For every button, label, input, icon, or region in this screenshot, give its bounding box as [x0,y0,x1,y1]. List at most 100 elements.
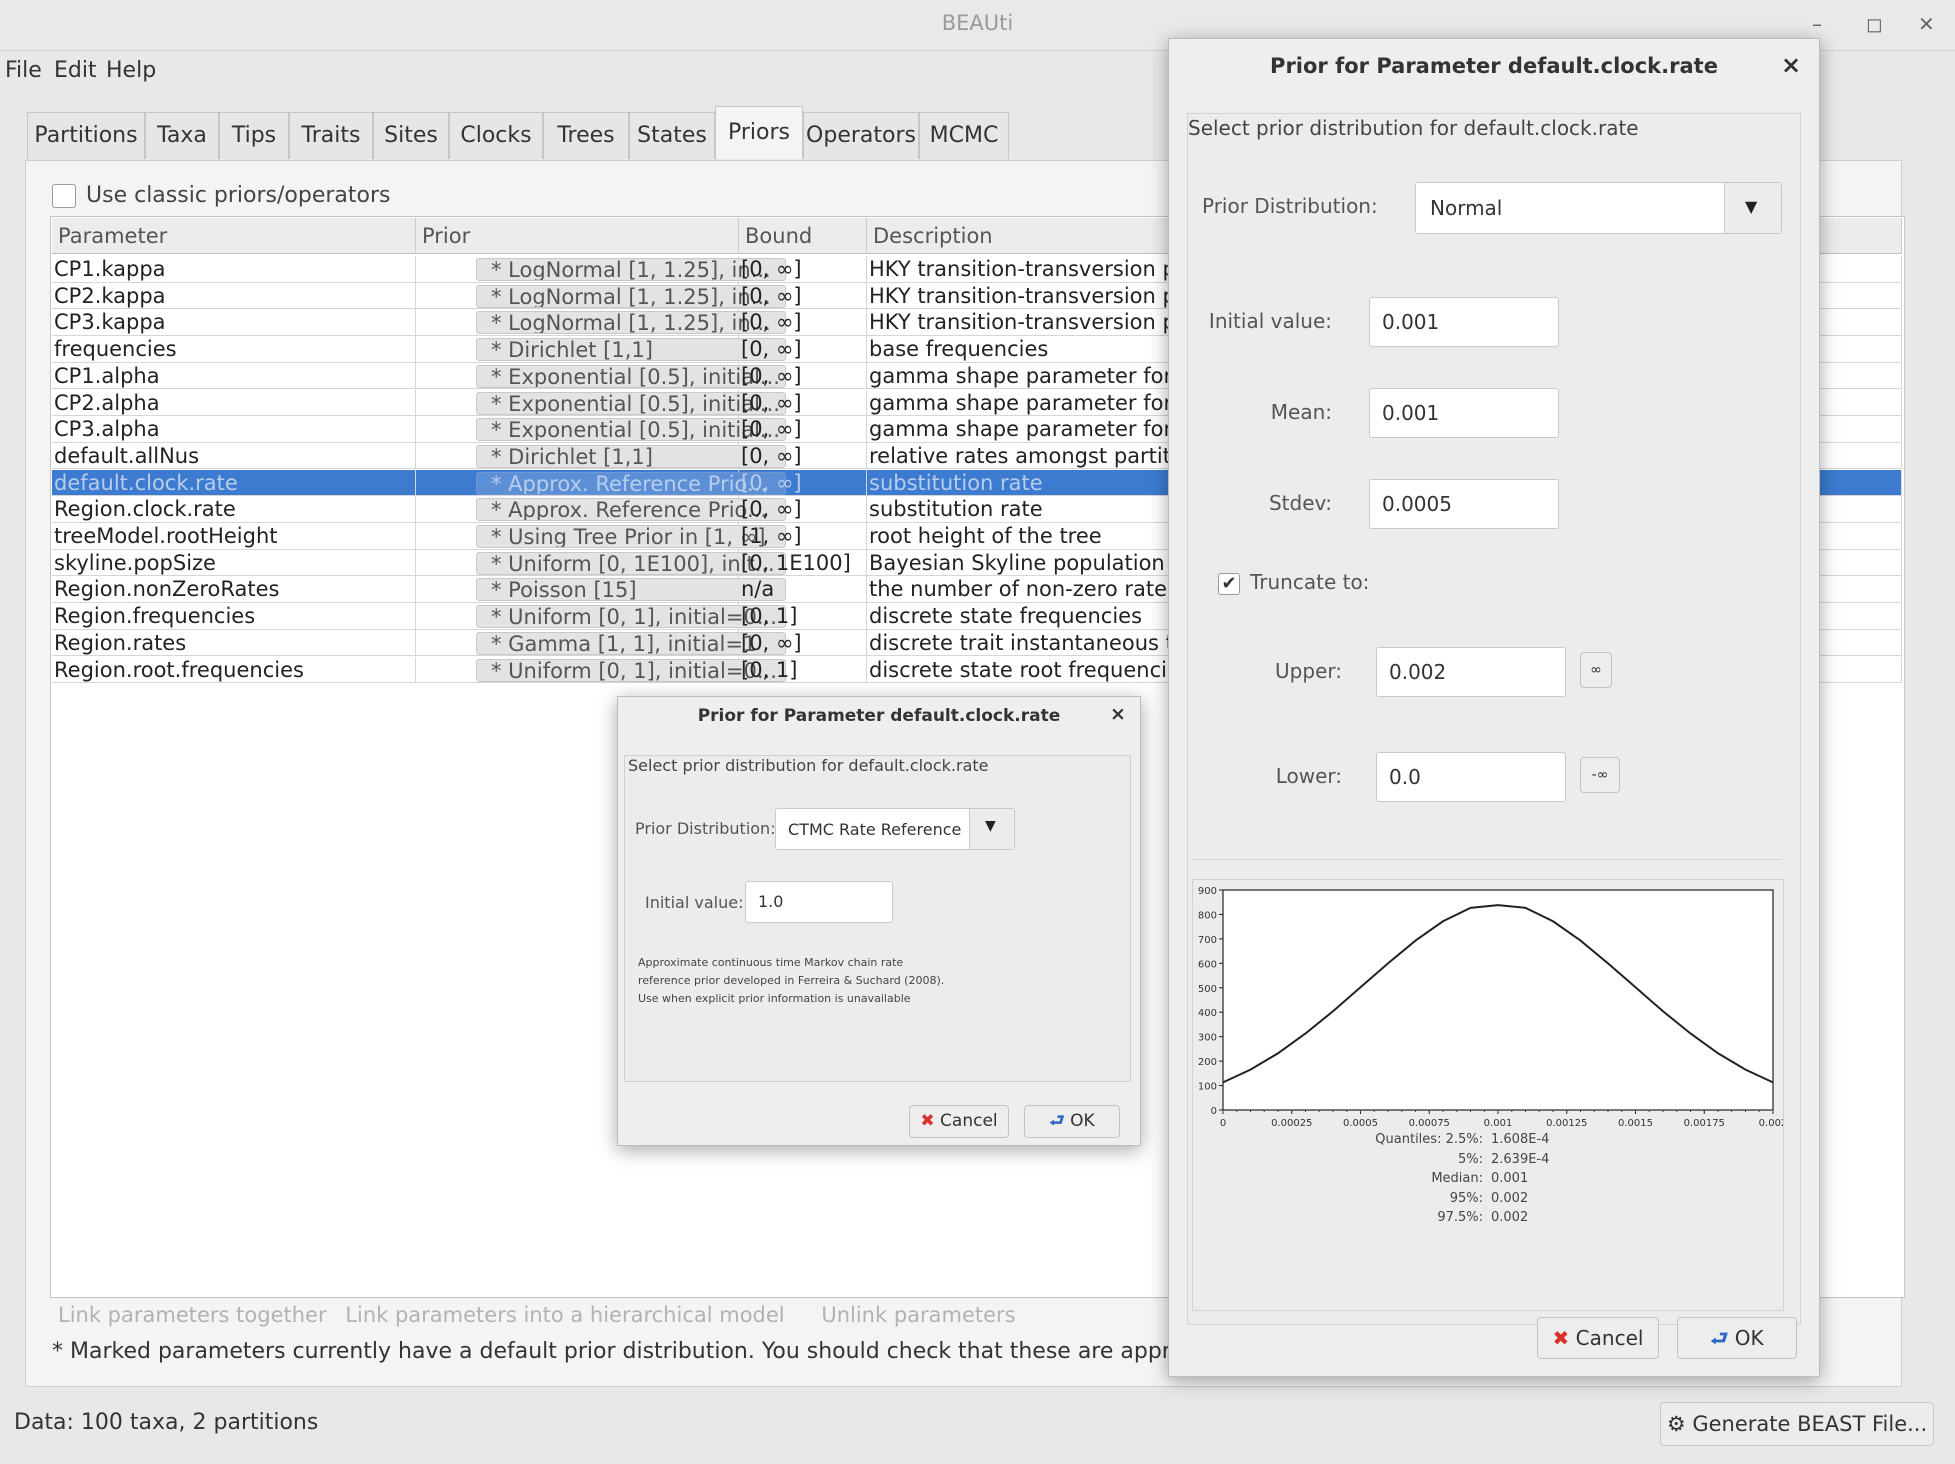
dialog-content: Select prior distribution for default.cl… [624,755,1131,1082]
x-tick-label: 0.002 [1759,1118,1783,1129]
select-label: Select prior distribution for default.cl… [628,756,989,775]
x-tick-label: 0.0005 [1343,1118,1378,1129]
menu-edit[interactable]: Edit [54,58,97,83]
x-tick-label: 0.001 [1484,1118,1513,1129]
x-tick-label: 0.0015 [1618,1118,1653,1129]
mean-input[interactable]: 0.001 [1369,388,1559,438]
cell-parameter: default.clock.rate [52,469,416,497]
cell-parameter: Region.rates [52,629,416,657]
chevron-down-icon[interactable]: ▼ [969,809,1014,849]
cell-parameter: default.allNus [52,442,416,470]
check-icon[interactable]: ✔ [1218,572,1240,595]
distribution-plot-panel: 0 100 200 300 400 500 600 700 800 900 0 0.00025 0.00… [1192,879,1784,1311]
lower-input[interactable]: 0.0 [1376,752,1566,802]
cell-bound: [0, ∞] [739,309,867,336]
ok-icon: ⮐ [1049,1111,1065,1131]
tab-sites[interactable]: Sites [373,112,449,159]
ok-label: OK [1070,1111,1095,1131]
tab-partitions[interactable]: Partitions [27,112,145,159]
x-tick-label: 0.00075 [1409,1118,1450,1129]
quantile-label: 5%: [1457,1151,1483,1167]
quantile-value: 1.608E-4 [1491,1132,1550,1147]
checkbox-icon[interactable] [52,184,76,208]
cell-bound: [0, ∞] [739,362,867,390]
prior-distribution-dropdown[interactable]: Normal ▼ [1415,182,1782,234]
close-icon[interactable]: × [1781,51,1801,79]
y-tick-label: 400 [1198,1008,1217,1019]
header-parameter[interactable]: Parameter [52,218,416,254]
cell-parameter: CP3.alpha [52,416,416,443]
quantile-label: 97.5%: [1437,1210,1483,1225]
truncate-label: Truncate to: [1250,570,1370,594]
tab-tips[interactable]: Tips [219,112,289,159]
tab-clocks[interactable]: Clocks [449,112,543,159]
prior-distribution-dropdown[interactable]: CTMC Rate Reference ▼ [775,808,1015,850]
menu-help[interactable]: Help [106,58,156,83]
quantile-label: 95%: [1449,1190,1483,1206]
ok-button[interactable]: ⮐ OK [1677,1317,1797,1359]
quantile-label: Median: [1431,1171,1483,1186]
divider [1192,859,1782,860]
cell-parameter: Region.root.frequencies [52,656,416,684]
classic-priors-checkbox[interactable]: Use classic priors/operators [52,183,391,208]
negative-infinity-button[interactable]: -∞ [1580,757,1620,793]
tab-taxa[interactable]: Taxa [145,112,219,159]
tab-operators[interactable]: Operators [803,112,919,159]
cell-bound: [0, ∞] [739,336,867,363]
minimize-icon[interactable]: – [1812,12,1822,36]
y-tick-label: 200 [1198,1057,1217,1068]
infinity-button[interactable]: ∞ [1580,652,1612,688]
close-icon[interactable]: ✕ [1918,12,1935,36]
y-tick-label: 700 [1198,935,1217,946]
cancel-icon: ✖ [920,1111,935,1131]
tab-states[interactable]: States [629,112,715,159]
tab-mcmc[interactable]: MCMC [919,112,1009,159]
cell-bound: [0, ∞] [739,416,867,443]
unlink-button[interactable]: Unlink parameters [821,1303,1015,1327]
link-together-button[interactable]: Link parameters together [58,1303,327,1327]
cell-parameter: CP2.kappa [52,282,416,310]
status-text: Data: 100 taxa, 2 partitions [14,1410,319,1435]
prior-dialog-small: Prior for Parameter default.clock.rate ×… [617,696,1141,1146]
truncate-checkbox[interactable]: ✔ Truncate to: [1218,570,1369,595]
link-hierarchical-button[interactable]: Link parameters into a hierarchical mode… [345,1303,784,1327]
dialog-title: Prior for Parameter default.clock.rate [1270,54,1718,78]
maximize-icon[interactable]: ◻ [1866,12,1883,36]
initial-value-input[interactable]: 0.001 [1369,297,1559,347]
cell-bound: [0, ∞] [739,469,867,497]
cell-bound: [0, 1] [739,603,867,630]
chevron-down-icon[interactable]: ▼ [1724,183,1781,233]
ok-icon: ⮐ [1710,1326,1729,1350]
tab-trees[interactable]: Trees [543,112,629,159]
cell-bound: [0, ∞] [739,256,867,283]
header-bound[interactable]: Bound [739,218,867,254]
ok-button[interactable]: ⮐ OK [1024,1105,1120,1138]
generate-beast-file-button[interactable]: ⚙ Generate BEAST File... [1660,1402,1934,1446]
cell-bound: [0, ∞] [739,496,867,523]
cell-bound: [0, ∞] [739,629,867,657]
cancel-button[interactable]: ✖ Cancel [909,1105,1009,1138]
quantile-value: 0.002 [1491,1210,1529,1225]
close-icon[interactable]: × [1110,703,1126,725]
stdev-input[interactable]: 0.0005 [1369,479,1559,529]
quantile-value: 0.002 [1491,1190,1529,1206]
cancel-button[interactable]: ✖ Cancel [1537,1317,1659,1359]
quantile-value: 0.001 [1491,1171,1529,1186]
cell-parameter: treeModel.rootHeight [52,523,416,550]
header-prior[interactable]: Prior [416,218,739,254]
y-tick-label: 900 [1198,886,1217,897]
y-tick-label: 600 [1198,959,1217,970]
dist-label: Prior Distribution: [635,819,776,838]
quantile-label: Quantiles: 2.5%: [1375,1132,1483,1147]
select-label: Select prior distribution for default.cl… [1188,116,1639,140]
dist-label: Prior Distribution: [1202,194,1378,218]
initial-value-input[interactable]: 1.0 [745,881,893,923]
cell-parameter: Region.nonZeroRates [52,576,416,603]
tab-traits[interactable]: Traits [289,112,373,159]
cancel-icon: ✖ [1552,1326,1570,1350]
cell-bound: [0, ∞] [739,442,867,470]
cell-bound: n/a [739,576,867,603]
tab-priors[interactable]: Priors [715,106,803,159]
menu-file[interactable]: File [5,58,42,83]
upper-input[interactable]: 0.002 [1376,647,1566,697]
